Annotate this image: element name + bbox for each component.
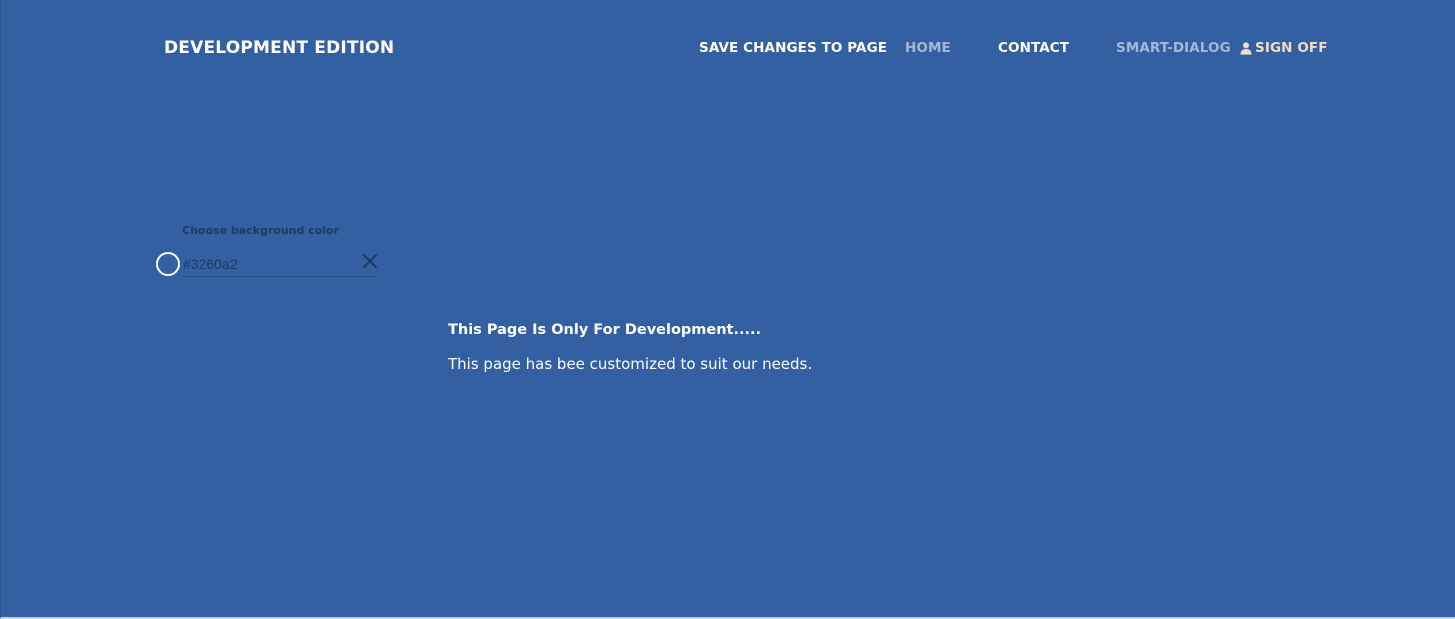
sign-off-label: SIGN OFF [1255, 40, 1328, 56]
user-icon [1240, 41, 1252, 55]
color-swatch[interactable] [156, 252, 180, 276]
color-picker-label: Choose background color [182, 224, 340, 237]
page-background [0, 0, 1455, 619]
nav-smart-dialog[interactable]: SMART-DIALOG [1116, 40, 1231, 56]
background-color-input[interactable] [183, 252, 378, 277]
brand-title[interactable]: DEVELOPMENT EDITION [164, 38, 394, 58]
page-heading: This Page Is Only For Development..... [448, 322, 762, 338]
close-icon [361, 252, 379, 270]
nav-contact[interactable]: CONTACT [998, 40, 1069, 56]
nav-home[interactable]: HOME [905, 40, 951, 56]
page-description: This page has bee customized to suit our… [448, 355, 813, 373]
clear-color-button[interactable] [361, 252, 379, 270]
nav-save-changes[interactable]: SAVE CHANGES TO PAGE [699, 40, 887, 56]
nav-sign-off[interactable]: SIGN OFF [1240, 40, 1328, 56]
